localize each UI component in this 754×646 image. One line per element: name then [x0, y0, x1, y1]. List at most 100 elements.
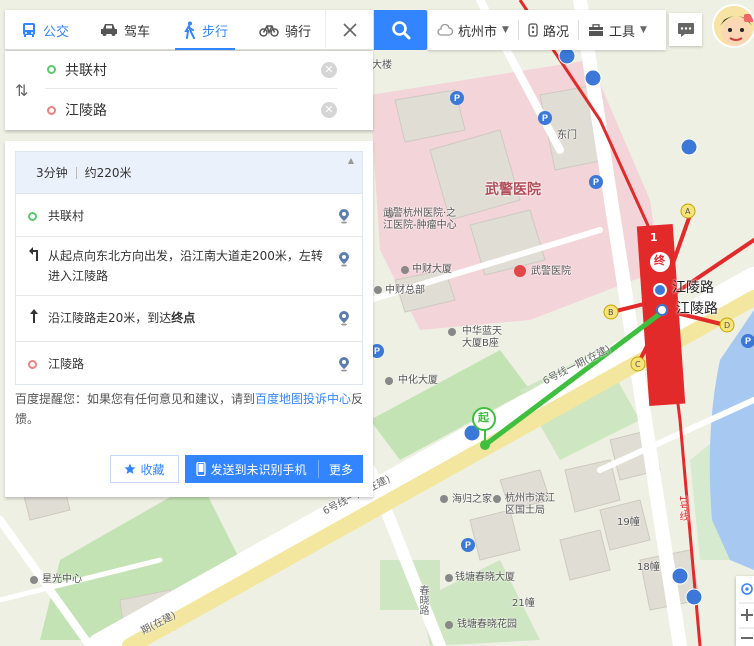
route-input-panel: ⇅ 共联村 ✕ 江陵路 ✕: [5, 51, 373, 130]
bus-icon: [22, 23, 35, 37]
clear-start-icon[interactable]: ✕: [321, 61, 337, 78]
map-label-hospital-small: 武警医院: [531, 266, 571, 277]
map-label-gate: 东门: [557, 130, 577, 141]
end-field[interactable]: 江陵路 ✕: [45, 91, 337, 129]
start-field[interactable]: 共联村 ✕: [45, 51, 337, 89]
svg-text:P: P: [374, 346, 380, 356]
tip-prefix: 百度提醒您：如果您有任何意见和建议，请到: [15, 392, 256, 406]
svg-text:P: P: [593, 177, 599, 187]
map-label-b21: 21幢: [512, 598, 535, 609]
collapse-icon[interactable]: ▲: [348, 156, 354, 165]
route-summary[interactable]: 3分钟 约220米 ▲: [16, 152, 362, 194]
city-selector[interactable]: 杭州市 ▼: [428, 20, 519, 40]
step-text: 从起点向东北方向出发，沿江南大道走200米，左转进入江陵路: [48, 249, 323, 283]
traffic-button[interactable]: 路况: [519, 20, 579, 40]
map-label-zhongcai: 中财大厦: [412, 264, 452, 275]
send-to-phone-button[interactable]: 发送到未识别手机 更多: [185, 455, 363, 483]
zoom-control-graphic: [739, 583, 754, 639]
car-icon: [100, 24, 117, 36]
traffic-label: 路况: [542, 24, 569, 40]
map-label-haigui: 海归之家: [452, 494, 492, 505]
tab-bike[interactable]: 骑行: [245, 10, 325, 50]
map-label-zhonghua-1: 中华蓝天: [462, 326, 502, 337]
user-avatar-icon: [714, 6, 754, 46]
close-icon: [342, 23, 357, 37]
exit-c-label: C: [635, 360, 641, 369]
map-label-hospital-branch-2: 江医院-肿瘤中心: [383, 220, 457, 231]
map-label-chunxiao-road: 春晓路: [417, 585, 428, 615]
svg-text:P: P: [454, 93, 460, 103]
svg-text:P: P: [745, 336, 751, 346]
end-input[interactable]: 江陵路: [65, 100, 321, 120]
turn-left-icon: [28, 246, 48, 269]
message-button[interactable]: [669, 13, 702, 46]
walk-icon: [184, 21, 195, 39]
search-button[interactable]: [374, 10, 427, 50]
favorite-label: 收藏: [140, 462, 165, 477]
map-label-zhonghua-2: 大厦B座: [462, 338, 499, 349]
city-label: 杭州市: [458, 24, 498, 40]
tab-car-label: 驾车: [123, 24, 150, 40]
svg-text:P: P: [465, 540, 471, 550]
start-input[interactable]: 共联村: [65, 60, 321, 80]
exit-a-label: A: [685, 207, 691, 216]
step-start[interactable]: 共联村: [16, 194, 362, 237]
map-label-zhonghua-tower: 中化大厦: [398, 375, 438, 386]
map-label-binjiang-2: 区国土局: [505, 505, 545, 516]
map-label-zhongcai-hq: 中财总部: [385, 285, 425, 296]
complaint-center-link[interactable]: 百度地图投诉中心: [255, 392, 351, 406]
divider: [75, 166, 77, 179]
route-distance: 约220米: [84, 166, 132, 180]
map-label-binjiang-1: 杭州市滨江: [505, 493, 555, 504]
map-label-xingguang: 星光中心: [42, 574, 82, 585]
map-label-station-a: 江陵路: [672, 280, 714, 296]
tools-label: 工具: [608, 24, 635, 40]
map-label-b19: 19幢: [617, 517, 640, 528]
straight-arrow-icon: [28, 308, 48, 331]
tools-menu[interactable]: 工具 ▼: [579, 20, 656, 40]
route-result-panel: 3分钟 约220米 ▲ 共联村 从起点向东北方向出发，沿江南大道走200米，左转…: [5, 141, 373, 497]
more-button[interactable]: 更多: [319, 461, 363, 478]
close-route-button[interactable]: [325, 10, 373, 50]
swap-icon[interactable]: ⇅: [15, 81, 28, 100]
tab-car[interactable]: 驾车: [85, 10, 165, 50]
send-to-phone-main[interactable]: 发送到未识别手机: [185, 460, 319, 478]
map-label-building-top: 大楼: [372, 60, 392, 71]
start-dot-icon: [47, 65, 56, 74]
map-pin-icon[interactable]: [338, 251, 350, 267]
star-icon: [124, 463, 136, 474]
exit-b-label: B: [608, 308, 614, 317]
start-marker[interactable]: 起: [478, 412, 489, 424]
favorite-button[interactable]: 收藏: [110, 455, 179, 483]
step-straight[interactable]: 沿江陵路走20米，到达终点: [16, 296, 362, 342]
map-label-qiantang-garden: 钱塘春晓花园: [457, 619, 517, 630]
chevron-down-icon: ▼: [502, 25, 509, 35]
step-text-bold: 终点: [171, 311, 196, 325]
map-pin-icon[interactable]: [338, 208, 350, 224]
svg-text:P: P: [542, 113, 548, 123]
chevron-down-icon: ▼: [639, 25, 647, 35]
map-label-qiantang-tower: 钱塘春晓大厦: [455, 572, 515, 583]
route-mode-tabs: 公交 驾车 步行 骑行: [5, 10, 373, 50]
avatar[interactable]: [712, 4, 754, 48]
end-dot-icon: [47, 105, 56, 115]
end-marker[interactable]: 终: [654, 255, 665, 267]
route-actions: 收藏 发送到未识别手机 更多: [110, 455, 363, 483]
route-steps: 3分钟 约220米 ▲ 共联村 从起点向东北方向出发，沿江南大道走200米，左转…: [15, 151, 363, 385]
tab-walk[interactable]: 步行: [165, 10, 245, 50]
tab-bus[interactable]: 公交: [5, 10, 85, 50]
step-text-before: 沿江陵路走20米，到达: [48, 311, 172, 325]
step-turn-left[interactable]: 从起点向东北方向出发，沿江南大道走200米，左转进入江陵路: [16, 237, 362, 296]
top-toolbar: 杭州市 ▼ 路况 工具 ▼: [428, 10, 666, 50]
end-dot-icon: [28, 360, 37, 369]
clear-end-icon[interactable]: ✕: [321, 102, 337, 118]
traffic-icon: [528, 23, 538, 37]
map-label-hospital: 武警医院: [485, 182, 541, 198]
map-pin-icon[interactable]: [338, 356, 350, 372]
map-label-hospital-branch-1: 武警杭州医院·之: [383, 208, 457, 219]
step-end[interactable]: 江陵路: [16, 342, 362, 384]
step-text: 沿江陵路走20米，到达终点: [48, 308, 352, 328]
map-label-line1: 1号线: [677, 495, 688, 522]
map-pin-icon[interactable]: [338, 310, 350, 326]
send-to-phone-label: 发送到未识别手机: [210, 462, 307, 477]
